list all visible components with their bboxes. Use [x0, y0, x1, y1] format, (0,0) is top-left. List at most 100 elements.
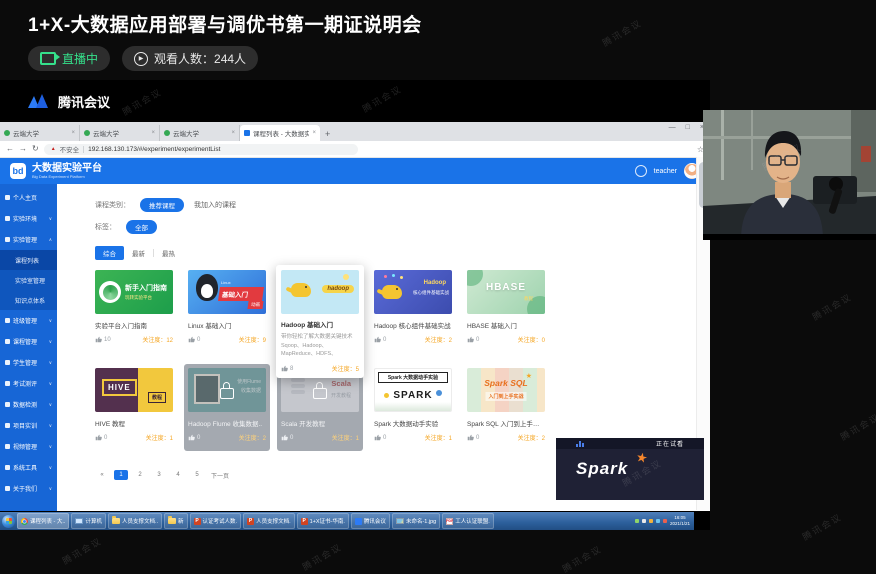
- course-card-hbase[interactable]: HBASE 教程 HBASE 基础入门 0关注度：0: [467, 270, 545, 344]
- tag-all-pill[interactable]: 全部: [126, 220, 157, 234]
- thumb-up-icon: [374, 336, 381, 343]
- live-badge-label: 直播中: [62, 50, 98, 67]
- course-cover: HBASE 教程: [467, 270, 545, 314]
- pagination-page-2[interactable]: 2: [133, 470, 147, 480]
- tab-close-icon[interactable]: ×: [71, 130, 75, 136]
- hills-art: [375, 402, 451, 411]
- sidebar-item-exam[interactable]: 考试测评∨: [0, 373, 57, 394]
- powerpoint-icon: P: [301, 518, 308, 525]
- submenu-item-lab-mgmt[interactable]: 实验室管理: [0, 270, 57, 290]
- course-card-hive[interactable]: HIVE 教程 HIVE 教程 0关注度：1: [95, 368, 173, 442]
- tab-close-icon[interactable]: ×: [231, 130, 235, 136]
- tab-close-icon[interactable]: ×: [312, 130, 316, 136]
- taskbar-item-chrome[interactable]: 课程列表 - 大..: [17, 513, 69, 529]
- presenter-webcam-video: [703, 110, 876, 240]
- taskbar-item-folder-2[interactable]: 新: [164, 513, 188, 529]
- course-cover: 新手入门指南玩转实验平台: [95, 270, 173, 314]
- chevron-down-icon: ∨: [49, 402, 52, 408]
- message-icon[interactable]: [635, 165, 647, 177]
- sidebar-item-class-mgmt[interactable]: 班级管理∨: [0, 310, 57, 331]
- course-card-spark-sql[interactable]: ★ Spark SQL 入门到上手实战 Spark SQL 入门到上手实战 0关…: [467, 368, 545, 442]
- sidebar-item-data-monitor[interactable]: 数据检测∨: [0, 394, 57, 415]
- platform-brand: 大数据实验平台 Big Data Experiment Platform: [32, 163, 102, 179]
- course-card-hadoop-core[interactable]: Hadoop 核心组件基础实战 Hadoop 核心组件基础实战 0关注度：2: [374, 270, 452, 344]
- pagination-page-3[interactable]: 3: [152, 470, 166, 480]
- watermark: 腾讯会议: [838, 410, 876, 443]
- taskbar-item-pdf[interactable]: PDF工人认证联盟.: [442, 513, 494, 529]
- maximize-button[interactable]: □: [686, 124, 690, 131]
- sidebar-item-student-mgmt[interactable]: 学生管理∨: [0, 352, 57, 373]
- sort-hottest-link[interactable]: 最热: [162, 248, 175, 258]
- back-icon[interactable]: ←: [6, 145, 14, 153]
- reload-icon[interactable]: ↻: [32, 145, 39, 153]
- url-field[interactable]: ▲ 不安全 192.168.130.173/#/experiment/exper…: [44, 144, 358, 155]
- course-cover: 使用Flume 收集数据: [188, 368, 266, 412]
- sidebar-item-course-mgmt[interactable]: 课程管理∨: [0, 331, 57, 352]
- taskbar-item-image[interactable]: 未命名-1.jpg: [392, 513, 440, 529]
- taskbar-item-computer[interactable]: 计算机: [71, 513, 106, 529]
- follow-count: 关注度：2: [518, 433, 545, 442]
- course-card-platform-guide[interactable]: 新手入门指南玩转实验平台 实验平台入门指南 10关注度：12: [95, 270, 173, 344]
- taskbar-item-ppt-2[interactable]: P人员支撑文档.: [243, 513, 295, 529]
- pagination-page-5[interactable]: 5: [190, 470, 204, 480]
- course-title: Hadoop Flume 收集数据..: [188, 418, 266, 428]
- taskbar-item-ppt-3[interactable]: P1+X证书-华南.: [297, 513, 349, 529]
- sidebar-item-lab-env[interactable]: 实验环境∨: [0, 208, 57, 229]
- tray-icon[interactable]: [635, 519, 639, 523]
- submenu-item-knowledge[interactable]: 知识点体系: [0, 290, 57, 310]
- taskbar-item-folder-1[interactable]: 人员支撑文档..: [108, 513, 162, 529]
- tray-icon[interactable]: [656, 519, 660, 523]
- camera-icon: [40, 52, 56, 65]
- tray-icon[interactable]: [642, 519, 646, 523]
- windows-logo-icon: [6, 518, 12, 524]
- thumb-up-icon: [467, 336, 474, 343]
- sort-composite-button[interactable]: 综合: [95, 246, 124, 260]
- follow-count: 关注度：0: [518, 335, 545, 344]
- book-thumbnail: [194, 374, 220, 404]
- tray-icon[interactable]: [649, 519, 653, 523]
- category-joined-link[interactable]: 我加入的课程: [194, 200, 236, 210]
- likes: 0: [374, 336, 386, 343]
- follow-count: 关注度：12: [142, 335, 173, 344]
- course-icon: [5, 339, 10, 344]
- browser-tab-1[interactable]: 云端大学 ×: [0, 125, 80, 141]
- new-tab-button[interactable]: +: [325, 129, 330, 139]
- browser-tab-active[interactable]: 课程列表 - 大数据实验平台 ×: [240, 125, 320, 141]
- likes: 0: [281, 434, 293, 441]
- tab-close-icon[interactable]: ×: [151, 130, 155, 136]
- chrome-icon: [21, 518, 28, 525]
- course-card-spark[interactable]: Spark 大数据动手实验 SPARK Spark 大数据动手实验 0关注度：1: [374, 368, 452, 442]
- sidebar-item-about[interactable]: 关于我们∨: [0, 478, 57, 499]
- category-recommended-pill[interactable]: 推荐课程: [140, 198, 184, 212]
- taskbar-item-tencent-meeting[interactable]: 腾讯会议: [351, 513, 390, 529]
- taskbar-item-ppt-1[interactable]: P认证考试人数.: [190, 513, 242, 529]
- spark-logo: Spark: [576, 459, 628, 479]
- watermark: 腾讯会议: [800, 510, 845, 543]
- spark-video-overlay[interactable]: 正在试看 Spark ★: [556, 438, 704, 500]
- course-card-hadoop-intro[interactable]: hadoop Hadoop 基础入门 带你轻松了解大数据关键技术 Sqoop、H…: [276, 265, 364, 378]
- sidebar-item-video-mgmt[interactable]: 视频管理∨: [0, 436, 57, 457]
- viewers-badge: ▶ 观看人数：244人: [122, 46, 258, 71]
- start-button[interactable]: [2, 515, 15, 528]
- sidebar-item-tools[interactable]: 系统工具∨: [0, 457, 57, 478]
- pagination-next[interactable]: 下一页: [209, 470, 231, 480]
- minimize-button[interactable]: —: [669, 124, 676, 131]
- submenu-item-course-list[interactable]: 课程列表: [0, 250, 57, 270]
- course-title: HBASE 基础入门: [467, 320, 545, 330]
- sort-newest-link[interactable]: 最新: [132, 248, 145, 258]
- watermark: 腾讯会议: [300, 540, 345, 573]
- sidebar-item-experiment-mgmt[interactable]: 实验管理∧: [0, 229, 57, 250]
- pagination-prev[interactable]: «: [95, 470, 109, 480]
- pagination-page-4[interactable]: 4: [171, 470, 185, 480]
- browser-tab-2[interactable]: 云端大学 ×: [80, 125, 160, 141]
- tray-icon[interactable]: [663, 519, 667, 523]
- forward-icon[interactable]: →: [19, 145, 27, 153]
- course-card-linux[interactable]: Linux 基础入门 动画 Linux 基础入门 0关注度：9: [188, 270, 266, 344]
- browser-tab-3[interactable]: 云端大学 ×: [160, 125, 240, 141]
- taskbar-clock[interactable]: 16:05 2021/1/21: [670, 515, 690, 526]
- pagination-page-1[interactable]: 1: [114, 470, 128, 480]
- shared-screen-video[interactable]: 腾讯会议 云端大学 × 云端大学 × 云端大学 ×: [0, 80, 710, 530]
- course-card-flume-locked[interactable]: 使用Flume 收集数据 Hadoop Flume 收集数据.. 0关注度：2: [184, 364, 270, 451]
- sidebar-item-project-training[interactable]: 项目实训∨: [0, 415, 57, 436]
- sidebar-item-home[interactable]: 个人主页: [0, 187, 57, 208]
